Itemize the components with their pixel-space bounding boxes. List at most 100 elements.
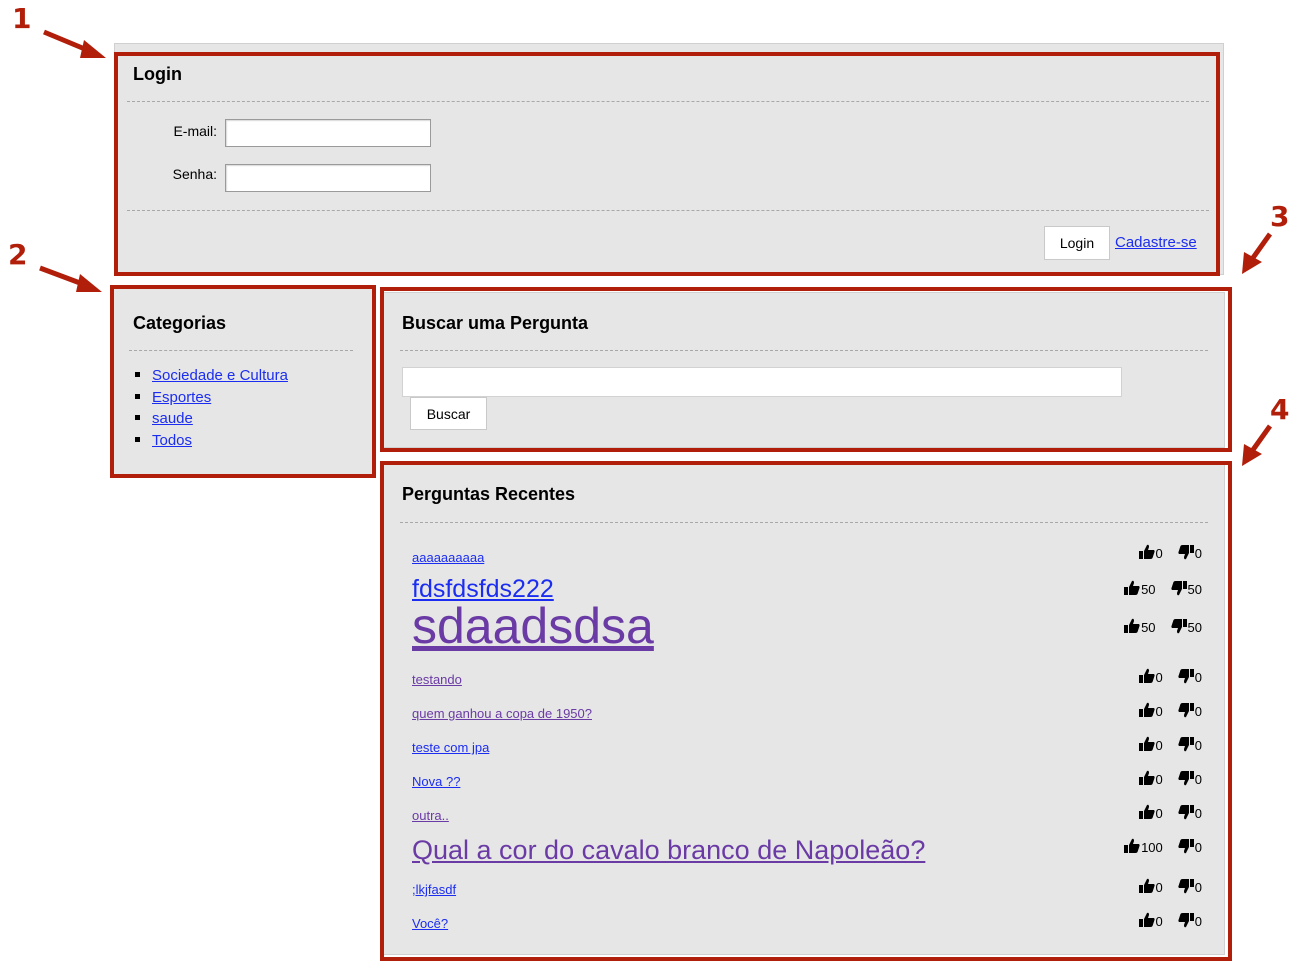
vote-down-button[interactable] [1177, 703, 1195, 719]
vote-up-button[interactable] [1138, 804, 1156, 821]
thumbs-up-icon [1124, 838, 1140, 853]
vote-counter: 50 50 [1123, 580, 1202, 597]
search-divider [400, 350, 1208, 351]
thumbs-up-icon [1138, 804, 1155, 819]
thumbs-down-icon [1178, 805, 1194, 820]
recent-questions-panel: Perguntas Recentes aaaaaaaaaa 0 0 fdsfdsfds… [383, 463, 1225, 955]
thumbs-up-icon [1124, 580, 1140, 595]
vote-up-button[interactable] [1138, 544, 1156, 561]
vote-up-count: 0 [1155, 738, 1163, 753]
category-link-esportes[interactable]: Esportes [152, 389, 211, 406]
vote-down-count: 0 [1194, 806, 1202, 821]
callout-2-arrow [39, 265, 102, 292]
vote-up-count: 0 [1155, 806, 1163, 821]
vote-down-count: 50 [1187, 582, 1202, 597]
vote-counter: 00 [1138, 804, 1202, 821]
categories-title: Categorias [133, 313, 227, 333]
category-link-saude[interactable]: saude [152, 410, 193, 427]
thumbs-up-icon [1138, 668, 1155, 683]
thumbs-down-icon [1170, 619, 1187, 634]
vote-up-button[interactable] [1123, 580, 1141, 597]
register-link[interactable]: Cadastre-se [1115, 234, 1197, 251]
vote-up-count: 0 [1155, 772, 1163, 787]
vote-up-button[interactable] [1123, 838, 1141, 855]
categories-divider [129, 350, 353, 351]
vote-up-button[interactable] [1138, 702, 1156, 719]
vote-counter: 00 [1138, 912, 1202, 929]
question-link[interactable]: Você? [412, 914, 448, 933]
vote-up-count: 50 [1141, 620, 1156, 635]
vote-down-button[interactable] [1177, 545, 1195, 561]
vote-up-button[interactable] [1138, 668, 1156, 685]
thumbs-down-icon [1178, 703, 1194, 718]
vote-up-count: 0 [1155, 670, 1163, 685]
vote-counter: 00 [1138, 736, 1202, 753]
categories-panel: Categorias Sociedade e Cultura Esportes … [112, 288, 374, 476]
question-link[interactable]: Nova ?? [412, 772, 460, 791]
thumbs-down-icon [1178, 879, 1194, 894]
vote-down-button[interactable] [1170, 619, 1188, 635]
vote-down-button[interactable] [1177, 879, 1195, 895]
vote-counter: 00 [1138, 878, 1202, 895]
vote-down-button[interactable] [1177, 737, 1195, 753]
callout-1: 1 [12, 2, 32, 35]
thumbs-up-icon [1138, 702, 1155, 717]
search-button[interactable]: Buscar [410, 397, 487, 430]
question-link[interactable]: outra.. [412, 806, 449, 825]
category-link-todos[interactable]: Todos [152, 432, 192, 449]
thumbs-up-icon [1124, 618, 1140, 633]
question-link[interactable]: Qual a cor do cavalo branco de Napoleão? [412, 834, 925, 867]
vote-up-count: 0 [1155, 880, 1163, 895]
question-link[interactable]: quem ganhou a copa de 1950? [412, 704, 592, 723]
recent-questions-divider [400, 522, 1208, 523]
vote-down-button[interactable] [1177, 771, 1195, 787]
callout-2: 2 [8, 238, 28, 271]
thumbs-down-icon [1178, 545, 1194, 560]
vote-down-count: 0 [1194, 772, 1202, 787]
thumbs-down-icon [1178, 669, 1194, 684]
password-field[interactable] [225, 164, 431, 192]
vote-up-count: 100 [1141, 840, 1163, 855]
recent-questions-title: Perguntas Recentes [402, 484, 576, 504]
vote-up-button[interactable] [1123, 618, 1141, 635]
thumbs-down-icon [1178, 913, 1194, 928]
thumbs-up-icon [1138, 544, 1155, 559]
login-divider-bottom [127, 210, 1209, 211]
vote-down-button[interactable] [1170, 581, 1188, 597]
vote-up-button[interactable] [1138, 736, 1156, 753]
callout-3: 3 [1270, 200, 1290, 233]
vote-down-button[interactable] [1177, 839, 1195, 855]
vote-down-count: 0 [1194, 738, 1202, 753]
login-button[interactable]: Login [1044, 226, 1110, 260]
search-input[interactable] [402, 367, 1122, 397]
vote-up-button[interactable] [1138, 878, 1156, 895]
vote-down-count: 0 [1194, 704, 1202, 719]
vote-down-button[interactable] [1177, 805, 1195, 821]
email-label: E-mail: [173, 123, 217, 139]
category-item: Esportes [135, 387, 288, 409]
thumbs-down-icon [1178, 737, 1194, 752]
vote-down-count: 0 [1194, 546, 1202, 561]
vote-up-count: 0 [1155, 704, 1163, 719]
category-item: Sociedade e Cultura [135, 365, 288, 387]
category-item: Todos [135, 430, 288, 452]
vote-down-button[interactable] [1177, 669, 1195, 685]
password-label: Senha: [172, 166, 217, 182]
vote-up-button[interactable] [1138, 912, 1156, 929]
callout-3-arrow [1242, 232, 1273, 274]
question-link[interactable]: teste com jpa [412, 738, 489, 757]
vote-down-button[interactable] [1177, 913, 1195, 929]
category-link-sociedade-e-cultura[interactable]: Sociedade e Cultura [152, 367, 288, 384]
thumbs-down-icon [1178, 771, 1194, 786]
email-field[interactable] [225, 119, 431, 147]
vote-up-count: 0 [1155, 546, 1163, 561]
vote-down-count: 0 [1194, 880, 1202, 895]
question-link[interactable]: sdaadsdsa [412, 598, 654, 654]
question-link[interactable]: ;lkjfasdf [412, 880, 456, 899]
question-link[interactable]: testando [412, 670, 462, 689]
vote-down-count: 50 [1187, 620, 1202, 635]
vote-down-count: 0 [1194, 914, 1202, 929]
question-link[interactable]: aaaaaaaaaa [412, 548, 484, 567]
vote-up-count: 0 [1155, 914, 1163, 929]
vote-up-button[interactable] [1138, 770, 1156, 787]
